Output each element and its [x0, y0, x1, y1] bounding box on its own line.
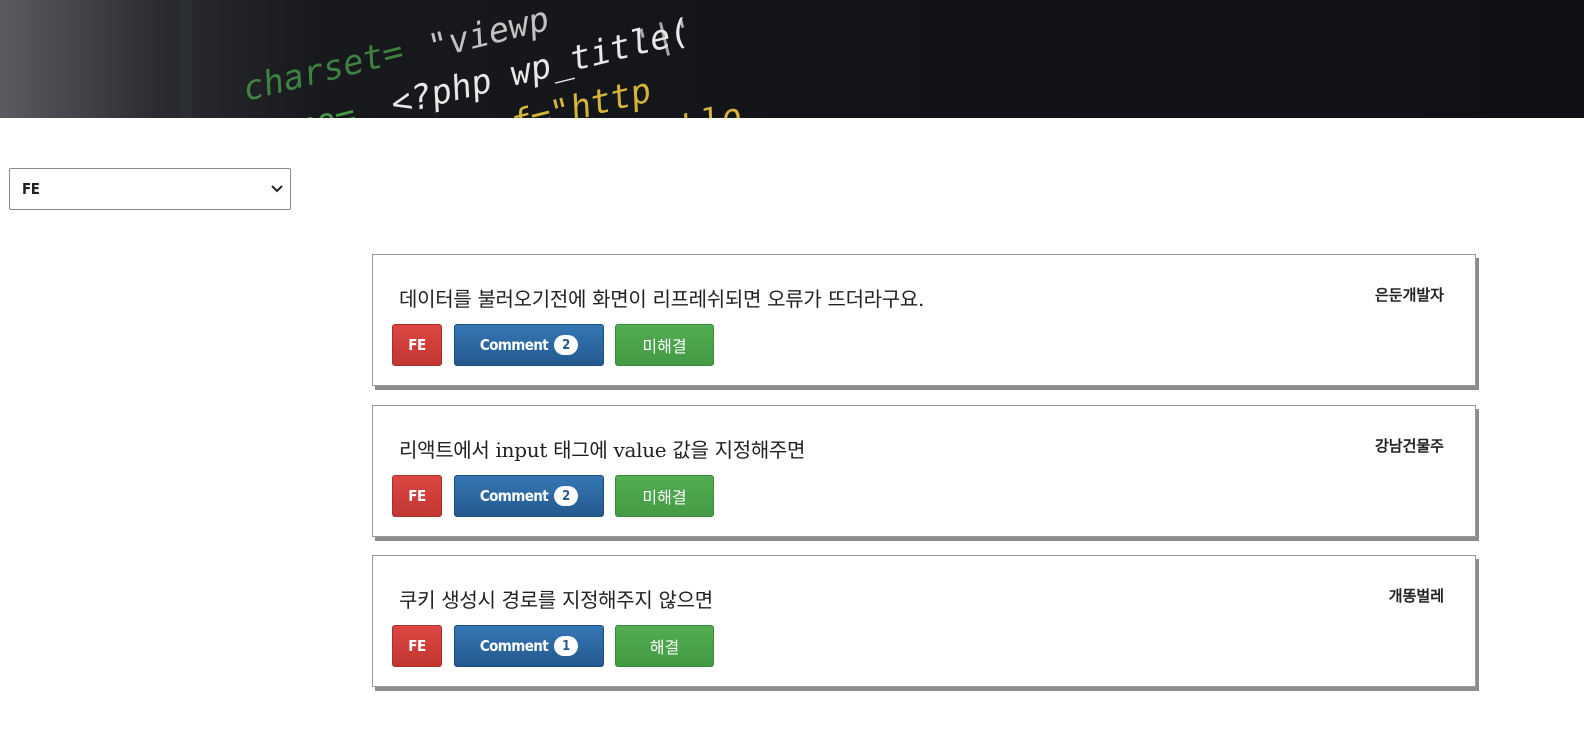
category-tag-label: FE: [408, 487, 426, 505]
comment-count-badge: 1: [554, 636, 579, 656]
category-tag-label: FE: [408, 637, 426, 655]
post-author: 강남건물주: [1374, 437, 1444, 455]
comment-count-badge: 2: [554, 335, 579, 355]
svg-text:charset=: charset=: [239, 31, 408, 109]
post-title[interactable]: 리액트에서 input 태그에 value 값을 지정해주면: [399, 434, 805, 463]
comment-button[interactable]: Comment 2: [454, 475, 604, 517]
post-card[interactable]: 쿠키 생성시 경로를 지정해주지 않으면 개똥벌레 FE Comment 1 해…: [372, 555, 1476, 687]
comment-button[interactable]: Comment 1: [454, 625, 604, 667]
status-button[interactable]: 미해결: [615, 475, 714, 517]
category-tag-button[interactable]: FE: [392, 475, 442, 517]
comment-count-badge: 2: [554, 486, 579, 506]
post-title[interactable]: 쿠키 생성시 경로를 지정해주지 않으면: [399, 584, 713, 613]
category-tag-label: FE: [408, 336, 426, 354]
post-card[interactable]: 데이터를 불러오기전에 화면이 리프레쉬되면 오류가 뜨더라구요. 은둔개발자 …: [372, 254, 1476, 386]
chevron-down-icon: [271, 185, 283, 193]
post-author: 은둔개발자: [1374, 286, 1444, 304]
category-select[interactable]: FE: [9, 168, 291, 210]
status-button[interactable]: 해결: [615, 625, 714, 667]
comment-label: Comment: [479, 637, 549, 655]
status-label: 해결: [649, 638, 680, 657]
category-select-value: FE: [22, 180, 40, 198]
post-title[interactable]: 데이터를 불러오기전에 화면이 리프레쉬되면 오류가 뜨더라구요.: [399, 283, 924, 312]
category-tag-button[interactable]: FE: [392, 625, 442, 667]
svg-text:get_te: get_te: [823, 112, 952, 118]
status-label: 미해결: [642, 488, 687, 507]
code-background-graphic: charset= "viewp < name= <?php wp_title( …: [180, 0, 952, 118]
status-label: 미해결: [642, 337, 687, 356]
comment-button[interactable]: Comment 2: [454, 324, 604, 366]
post-card[interactable]: 리액트에서 input 태그에 value 값을 지정해주면 강남건물주 FE …: [372, 405, 1476, 537]
comment-label: Comment: [479, 487, 549, 505]
hero-banner-image: charset= "viewp < name= <?php wp_title( …: [0, 0, 1584, 118]
post-author: 개똥벌레: [1388, 587, 1444, 605]
svg-text:'|': '|': [629, 10, 698, 64]
comment-label: Comment: [479, 336, 549, 354]
status-button[interactable]: 미해결: [615, 324, 714, 366]
category-tag-button[interactable]: FE: [392, 324, 442, 366]
